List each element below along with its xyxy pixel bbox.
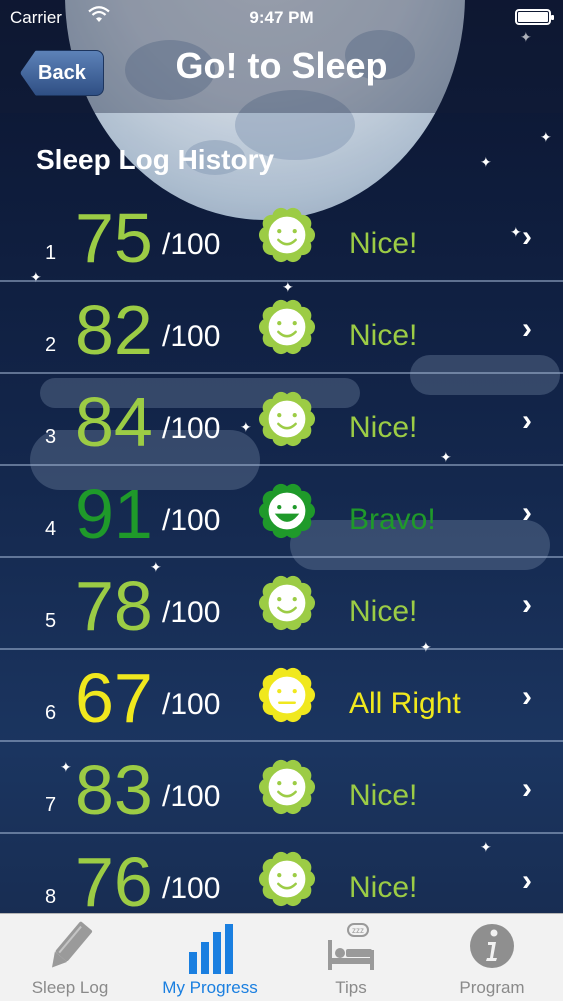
list-item[interactable]: 2 82 /100 Nice! › (0, 282, 563, 374)
entry-denominator: /100 (162, 412, 221, 445)
battery-icon (515, 9, 554, 25)
entry-denominator: /100 (162, 320, 221, 353)
list-item[interactable]: 1 75 /100 Nice! › (0, 190, 563, 282)
tab-label: Program (459, 978, 525, 997)
chevron-right-icon: › (522, 220, 532, 253)
tab-label: Tips (335, 978, 367, 997)
entry-rating: Bravo! (349, 503, 436, 536)
entry-score: 75 (75, 199, 153, 277)
entry-denominator: /100 (162, 688, 221, 721)
chevron-right-icon: › (522, 772, 532, 805)
entry-score: 76 (75, 843, 153, 921)
tab-bar: Sleep Log My Progress zzz Tips Program (0, 913, 563, 1001)
smiley-face-icon (258, 207, 316, 263)
chevron-right-icon: › (522, 680, 532, 713)
entry-score: 78 (75, 567, 153, 645)
tab-sleep-log[interactable]: Sleep Log (0, 914, 140, 1001)
neutral-face-icon (258, 667, 316, 723)
grinning-face-icon (258, 483, 316, 539)
pencil-icon (52, 921, 93, 968)
tab-program[interactable]: Program (422, 914, 562, 1001)
smiley-face-icon (258, 299, 316, 355)
star: ✦ (480, 154, 492, 170)
smiley-face-icon (258, 759, 316, 815)
entry-score: 84 (75, 383, 153, 461)
entry-denominator: /100 (162, 780, 221, 813)
tab-tips[interactable]: zzz Tips (281, 914, 421, 1001)
entry-rating: Nice! (349, 871, 418, 904)
tab-label: Sleep Log (31, 978, 109, 997)
entry-index: 1 (45, 242, 57, 264)
entry-rating: Nice! (349, 227, 418, 260)
bed-icon: zzz (328, 923, 374, 970)
smiley-face-icon (258, 575, 316, 631)
entry-rating: Nice! (349, 779, 418, 812)
entry-score: 91 (75, 475, 153, 553)
entry-index: 2 (45, 334, 57, 356)
section-title: Sleep Log History (36, 144, 275, 175)
entry-rating: All Right (349, 687, 461, 720)
chevron-right-icon: › (522, 496, 532, 529)
list-item[interactable]: 5 78 /100 Nice! › (0, 558, 563, 650)
list-item[interactable]: 3 84 /100 Nice! › (0, 374, 563, 466)
entry-score: 67 (75, 659, 153, 737)
status-bar: Carrier 9:47 PM (0, 0, 563, 34)
star: ✦ (540, 129, 552, 145)
entry-denominator: /100 (162, 504, 221, 537)
chevron-right-icon: › (522, 588, 532, 621)
smiley-face-icon (258, 851, 316, 907)
list-item[interactable]: 6 67 /100 All Right › (0, 650, 563, 742)
list-item[interactable]: 7 83 /100 Nice! › (0, 742, 563, 834)
entry-denominator: /100 (162, 872, 221, 905)
sleep-log-list: 1 75 /100 Nice! › 2 82 /100 Nice! › 3 84… (0, 190, 563, 926)
entry-score: 82 (75, 291, 153, 369)
entry-denominator: /100 (162, 228, 221, 261)
entry-rating: Nice! (349, 319, 418, 352)
chevron-right-icon: › (522, 864, 532, 897)
entry-rating: Nice! (349, 595, 418, 628)
entry-index: 4 (45, 518, 57, 540)
entry-denominator: /100 (162, 596, 221, 629)
chevron-right-icon: › (522, 404, 532, 437)
entry-index: 7 (45, 794, 57, 816)
svg-text:zzz: zzz (352, 926, 364, 935)
entry-score: 83 (75, 751, 153, 829)
bar-chart-icon (189, 924, 233, 974)
tab-my-progress[interactable]: My Progress (140, 914, 280, 1001)
entry-index: 5 (45, 610, 57, 632)
page-title: Go! to Sleep (175, 45, 388, 86)
info-icon (470, 924, 514, 968)
smiley-face-icon (258, 391, 316, 447)
entry-index: 6 (45, 702, 57, 724)
tab-label: My Progress (162, 978, 258, 997)
clock: 9:47 PM (249, 8, 314, 27)
entry-rating: Nice! (349, 411, 418, 444)
chevron-right-icon: › (522, 312, 532, 345)
entry-index: 8 (45, 886, 57, 908)
entry-index: 3 (45, 426, 57, 448)
list-item[interactable]: 4 91 /100 Bravo! › (0, 466, 563, 558)
